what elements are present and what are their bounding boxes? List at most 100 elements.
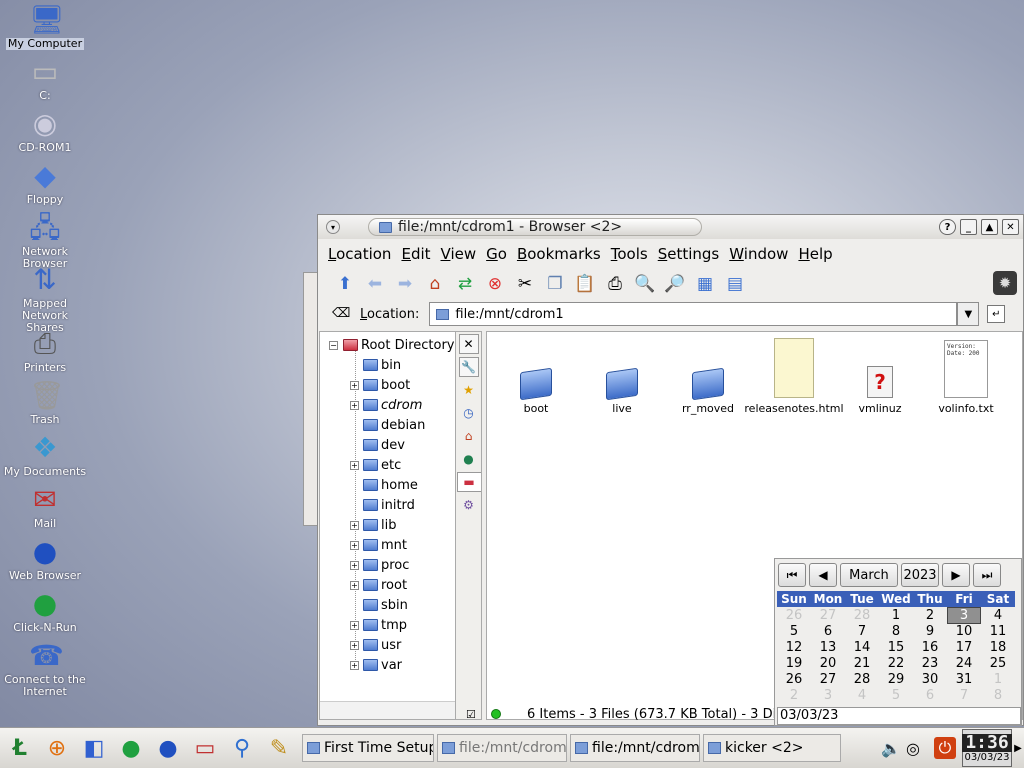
tree-item-proc[interactable]: + proc: [320, 555, 455, 575]
desktop-icon-cdrom[interactable]: ◉ CD-ROM1: [0, 108, 90, 154]
runner-icon[interactable]: ⚲: [225, 731, 259, 765]
paste-icon[interactable]: 📋: [572, 272, 598, 296]
power-icon[interactable]: ⏻: [934, 737, 956, 759]
lifebuoy-icon[interactable]: ⊕: [40, 731, 74, 765]
menu-settings[interactable]: Settings: [658, 245, 720, 263]
gear-icon[interactable]: ✹: [993, 271, 1017, 295]
history-icon[interactable]: ◷: [459, 403, 479, 423]
desktop-icon-my-documents[interactable]: ❖ My Documents: [0, 432, 90, 478]
tree-item-cdrom[interactable]: + cdrom: [320, 395, 455, 415]
calendar-day[interactable]: 24: [947, 656, 981, 671]
close-button[interactable]: ✕: [1002, 219, 1019, 235]
cut-icon[interactable]: ✂: [512, 272, 538, 296]
menu-view[interactable]: View: [441, 245, 477, 263]
click-n-run-launcher-icon[interactable]: ●: [114, 731, 148, 765]
tree-item-root-directory[interactable]: − Root Directory: [320, 335, 455, 355]
menu-edit[interactable]: Edit: [401, 245, 430, 263]
expand-icon[interactable]: +: [350, 400, 359, 410]
next-year-icon[interactable]: ⏭: [973, 563, 1001, 587]
taskbar-task[interactable]: First Time Setup: [302, 734, 434, 762]
previous-year-icon[interactable]: ⏮: [778, 563, 806, 587]
tree-item-usr[interactable]: + usr: [320, 635, 455, 655]
zoom-out-icon[interactable]: 🔎: [662, 272, 688, 296]
month-selector[interactable]: March: [840, 563, 898, 587]
menu-bookmarks[interactable]: Bookmarks: [517, 245, 601, 263]
bookmarks-icon[interactable]: ★: [459, 380, 479, 400]
calendar-day[interactable]: 16: [913, 640, 947, 655]
file-item[interactable]: boot: [491, 336, 581, 415]
year-selector[interactable]: 2023: [901, 563, 939, 587]
web-browser-launcher-icon[interactable]: ●: [151, 731, 185, 765]
calendar-day[interactable]: 5: [879, 688, 913, 703]
calendar-day[interactable]: 21: [845, 656, 879, 671]
calendar-day[interactable]: 1: [981, 672, 1015, 687]
tree-item-debian[interactable]: debian: [320, 415, 455, 435]
volume-icon[interactable]: 🔈: [880, 737, 902, 759]
toolbox-icon[interactable]: ▭: [188, 731, 222, 765]
next-month-icon[interactable]: ▶: [942, 563, 970, 587]
forward-arrow-icon[interactable]: ➡: [392, 272, 418, 296]
file-item[interactable]: ? vmlinuz: [835, 336, 925, 415]
tree-item-var[interactable]: + var: [320, 655, 455, 675]
up-arrow-icon[interactable]: ⬆: [332, 272, 358, 296]
tree-item-bin[interactable]: bin: [320, 355, 455, 375]
services-icon[interactable]: 🔧: [458, 357, 479, 377]
calendar-day[interactable]: 25: [981, 656, 1015, 671]
go-icon[interactable]: ↵: [987, 305, 1006, 323]
desktop-icon-connect-internet[interactable]: ☎ Connect to the Internet: [0, 640, 90, 698]
window-menu-button[interactable]: ▾: [326, 220, 340, 234]
stop-icon[interactable]: ⊗: [482, 272, 508, 296]
desktop-icon-mapped-shares[interactable]: ⇅ Mapped Network Shares: [0, 264, 90, 334]
help-button[interactable]: ?: [939, 219, 956, 235]
tree-item-dev[interactable]: dev: [320, 435, 455, 455]
calendar-day[interactable]: 1: [879, 608, 913, 623]
calendar-day[interactable]: 5: [777, 624, 811, 639]
location-input[interactable]: file:/mnt/cdrom1: [429, 302, 958, 326]
calendar-day[interactable]: 9: [913, 624, 947, 639]
menu-window[interactable]: Window: [729, 245, 788, 263]
calendar-day[interactable]: 10: [947, 624, 981, 639]
tree-item-sbin[interactable]: sbin: [320, 595, 455, 615]
expand-icon[interactable]: +: [350, 540, 359, 550]
calendar-day[interactable]: 31: [947, 672, 981, 687]
collapse-icon[interactable]: −: [329, 340, 338, 350]
calendar-day[interactable]: 6: [811, 624, 845, 639]
desktop-icon-floppy[interactable]: ◆ Floppy: [0, 160, 90, 206]
location-dropdown-button[interactable]: ▼: [957, 302, 980, 326]
file-item[interactable]: rr_moved: [663, 336, 753, 415]
tree-item-lib[interactable]: + lib: [320, 515, 455, 535]
paintbrush-icon[interactable]: ✎: [262, 731, 296, 765]
link-view-checkbox[interactable]: ☑: [466, 708, 476, 721]
calendar-day[interactable]: 13: [811, 640, 845, 655]
desktop-icon-trash[interactable]: 🗑 Trash: [0, 380, 90, 426]
tree-item-etc[interactable]: + etc: [320, 455, 455, 475]
title-bar[interactable]: ▾ file:/mnt/cdrom1 - Browser <2> ? _ ▲ ✕: [318, 215, 1023, 239]
tree-item-tmp[interactable]: + tmp: [320, 615, 455, 635]
cdrom-tray-icon[interactable]: ◎: [902, 737, 924, 759]
calendar-day[interactable]: 26: [777, 672, 811, 687]
calendar-day[interactable]: 3: [947, 607, 981, 624]
calendar-day[interactable]: 29: [879, 672, 913, 687]
calendar-day[interactable]: 19: [777, 656, 811, 671]
clock[interactable]: 1:36 03/03/23: [962, 729, 1012, 767]
calendar-day[interactable]: 11: [981, 624, 1015, 639]
back-arrow-icon[interactable]: ⬅: [362, 272, 388, 296]
calendar-day[interactable]: 8: [981, 688, 1015, 703]
network-icon[interactable]: ●: [459, 449, 479, 469]
tree-item-root[interactable]: + root: [320, 575, 455, 595]
tree-item-initrd[interactable]: initrd: [320, 495, 455, 515]
taskbar-task[interactable]: file:/mnt/cdrom1: [437, 734, 567, 762]
menu-go[interactable]: Go: [486, 245, 507, 263]
calendar-day[interactable]: 4: [845, 688, 879, 703]
expand-icon[interactable]: +: [350, 640, 359, 650]
expand-icon[interactable]: +: [350, 580, 359, 590]
calendar-day[interactable]: 28: [845, 672, 879, 687]
file-item[interactable]: live: [577, 336, 667, 415]
reload-icon[interactable]: ⇄: [452, 272, 478, 296]
home-folder-icon[interactable]: ⌂: [459, 426, 479, 446]
calendar-day[interactable]: 6: [913, 688, 947, 703]
desktop-icon-my-computer[interactable]: 🖥 My Computer: [0, 4, 90, 50]
desktop-icon-mail[interactable]: ✉ Mail: [0, 484, 90, 530]
cube-icon[interactable]: ◧: [77, 731, 111, 765]
minimize-button[interactable]: _: [960, 219, 977, 235]
